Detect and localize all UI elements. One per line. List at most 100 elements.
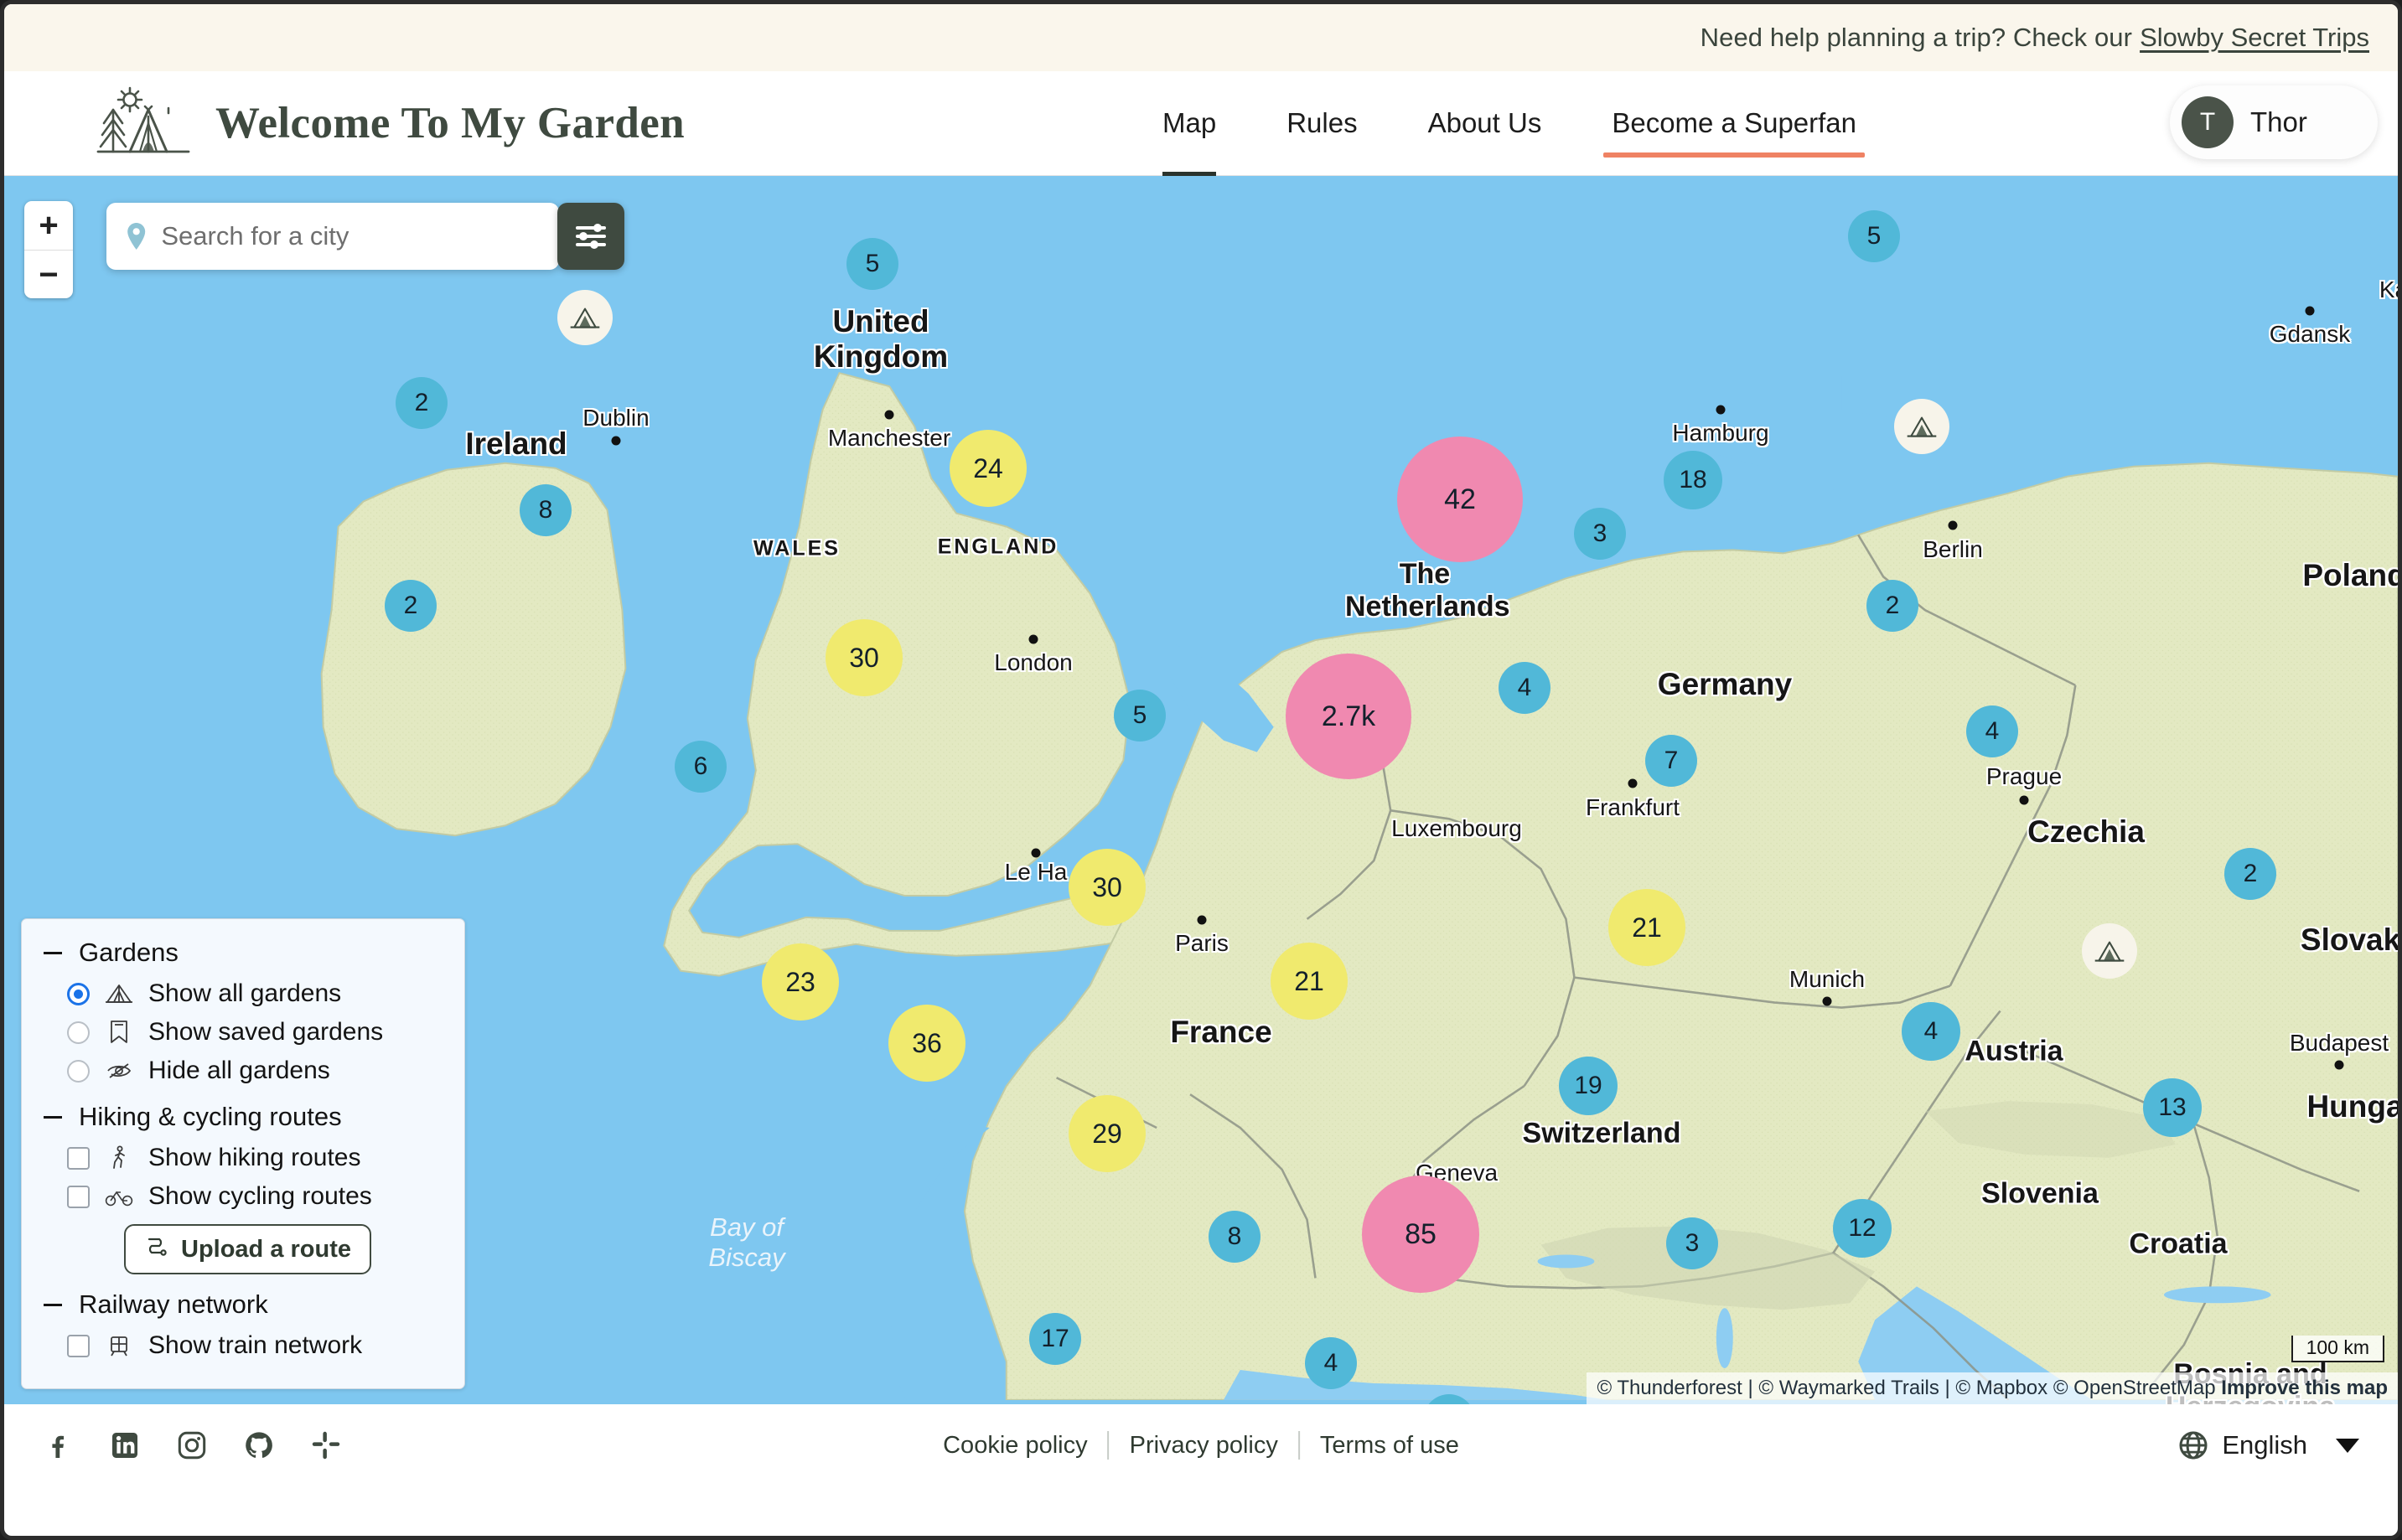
checkbox-show-hiking-routes[interactable] <box>67 1146 90 1170</box>
github-icon[interactable] <box>244 1430 274 1460</box>
cluster-marker[interactable]: 12 <box>1833 1199 1892 1258</box>
cluster-marker[interactable]: 8 <box>1209 1211 1261 1263</box>
map-legend-panel: Gardens Show all gardens Show saved gard… <box>21 918 465 1389</box>
cluster-marker[interactable]: 4 <box>1902 1002 1960 1061</box>
legend-group-routes-header[interactable]: Hiking & cycling routes <box>44 1102 443 1132</box>
cluster-count: 5 <box>865 250 880 277</box>
garden-tent-marker[interactable] <box>1894 399 1949 454</box>
globe-icon <box>2179 1431 2208 1460</box>
cluster-marker[interactable]: 24 <box>950 430 1027 507</box>
cluster-marker[interactable]: 21 <box>1608 889 1685 966</box>
cluster-marker[interactable]: 5 <box>1848 210 1900 262</box>
cluster-marker[interactable]: 18 <box>1664 451 1722 509</box>
cluster-marker[interactable]: 3 <box>1666 1217 1718 1269</box>
upload-a-route-button[interactable]: Upload a route <box>124 1224 372 1274</box>
radio-show-all-gardens[interactable] <box>67 982 90 1005</box>
garden-tent-marker[interactable] <box>2082 923 2137 979</box>
cluster-marker[interactable]: 21 <box>1271 943 1348 1020</box>
cluster-marker[interactable]: 23 <box>762 943 839 1021</box>
cluster-marker[interactable]: 2 <box>1866 580 1918 632</box>
garden-tent-marker[interactable] <box>557 290 613 345</box>
cluster-marker[interactable]: 7 <box>1645 735 1697 787</box>
cluster-marker[interactable]: 3 <box>1574 508 1626 560</box>
language-selector[interactable]: English <box>2178 1430 2359 1460</box>
cluster-marker[interactable]: 2 <box>385 580 437 632</box>
cluster-marker[interactable]: 13 <box>2143 1078 2202 1137</box>
cluster-marker[interactable]: 30 <box>826 619 903 696</box>
cluster-marker[interactable]: 4 <box>1499 662 1550 714</box>
cluster-count: 85 <box>1405 1217 1437 1250</box>
legend-group-railway-header[interactable]: Railway network <box>44 1289 443 1320</box>
cluster-count: 2 <box>403 592 418 619</box>
city-dot <box>1628 778 1638 788</box>
slack-icon[interactable] <box>311 1430 341 1460</box>
city-dot <box>1031 848 1041 858</box>
nav-item-about-us[interactable]: About Us <box>1393 71 1577 176</box>
instagram-icon[interactable] <box>177 1430 207 1460</box>
map-viewport[interactable]: United Kingdom Ireland Dublin Manchester WAL… <box>4 176 2398 1404</box>
cluster-marker[interactable]: 85 <box>1362 1176 1479 1293</box>
legend-option-show-train-network[interactable]: Show train network <box>44 1326 443 1365</box>
site-header: Welcome To My Garden Map Rules About Us … <box>4 71 2398 176</box>
checkbox-show-train-network[interactable] <box>67 1334 90 1357</box>
collapse-icon <box>44 1303 62 1306</box>
brand[interactable]: Welcome To My Garden <box>96 85 685 162</box>
legend-option-show-all-gardens[interactable]: Show all gardens <box>44 974 443 1013</box>
cluster-marker[interactable]: 36 <box>888 1005 965 1082</box>
search-input[interactable] <box>161 221 541 251</box>
legend-option-hide-all-gardens[interactable]: Hide all gardens <box>44 1052 443 1090</box>
cluster-count: 30 <box>1092 871 1122 902</box>
terms-of-use-link[interactable]: Terms of use <box>1300 1432 1479 1460</box>
legend-group-gardens-header[interactable]: Gardens <box>44 938 443 968</box>
nav-item-become-a-superfan[interactable]: Become a Superfan <box>1576 71 1892 176</box>
cluster-count: 2 <box>2243 860 2258 887</box>
legend-group-routes-title: Hiking & cycling routes <box>79 1102 342 1131</box>
linkedin-icon[interactable] <box>110 1430 140 1460</box>
legend-option-show-hiking-routes[interactable]: Show hiking routes <box>44 1139 443 1177</box>
zoom-out-button[interactable]: − <box>24 250 73 298</box>
privacy-policy-link[interactable]: Privacy policy <box>1110 1432 1298 1460</box>
nav-item-map[interactable]: Map <box>1127 71 1251 176</box>
user-menu-button[interactable]: T Thor <box>2170 85 2378 159</box>
cluster-marker[interactable]: 42 <box>1397 437 1523 562</box>
radio-show-saved-gardens[interactable] <box>67 1021 90 1044</box>
city-dot <box>611 436 621 446</box>
zoom-in-button[interactable]: + <box>24 201 73 250</box>
language-name: English <box>2222 1430 2307 1460</box>
checkbox-show-cycling-routes[interactable] <box>67 1185 90 1208</box>
app-window: Need help planning a trip? Check our Slo… <box>0 0 2402 1540</box>
legend-label-show-cycling-routes: Show cycling routes <box>148 1182 372 1210</box>
filter-button[interactable] <box>557 203 624 270</box>
cluster-marker[interactable]: 5 <box>846 238 898 290</box>
cluster-marker[interactable]: 2.7k <box>1286 654 1411 779</box>
cluster-count: 21 <box>1294 965 1324 996</box>
nav-item-rules[interactable]: Rules <box>1251 71 1392 176</box>
cluster-marker[interactable]: 4 <box>1966 705 2018 757</box>
cluster-marker[interactable]: 8 <box>520 484 572 536</box>
cluster-marker[interactable]: 17 <box>1029 1313 1081 1365</box>
cluster-count: 36 <box>912 1027 942 1058</box>
radio-hide-all-gardens[interactable] <box>67 1059 90 1083</box>
user-name: Thor <box>2250 106 2307 137</box>
legend-option-show-cycling-routes[interactable]: Show cycling routes <box>44 1177 443 1216</box>
cookie-policy-link[interactable]: Cookie policy <box>923 1432 1107 1460</box>
cluster-count: 4 <box>1323 1349 1338 1377</box>
city-dot <box>1028 634 1038 644</box>
legend-label-hide-all-gardens: Hide all gardens <box>148 1057 330 1084</box>
cluster-marker[interactable]: 30 <box>1069 849 1146 926</box>
cluster-marker[interactable]: 2 <box>396 377 448 429</box>
map-attribution-text: © Thunderforest | © Waymarked Trails | ©… <box>1597 1377 2216 1399</box>
slowby-secret-trips-link[interactable]: Slowby Secret Trips <box>2140 23 2369 53</box>
improve-this-map-link[interactable]: Improve this map <box>2221 1377 2388 1399</box>
cluster-marker[interactable]: 19 <box>1559 1057 1618 1115</box>
search-bar[interactable] <box>106 203 559 270</box>
cluster-marker[interactable]: 6 <box>675 741 727 793</box>
cluster-marker[interactable]: 2 <box>2224 848 2276 900</box>
facebook-icon[interactable] <box>43 1430 73 1460</box>
city-dot <box>2019 795 2029 805</box>
cluster-marker[interactable]: 5 <box>1114 690 1166 742</box>
cluster-marker[interactable]: 4 <box>1305 1337 1357 1389</box>
cluster-marker[interactable]: 29 <box>1069 1095 1146 1172</box>
legend-option-show-saved-gardens[interactable]: Show saved gardens <box>44 1013 443 1052</box>
sliders-icon <box>576 224 606 249</box>
